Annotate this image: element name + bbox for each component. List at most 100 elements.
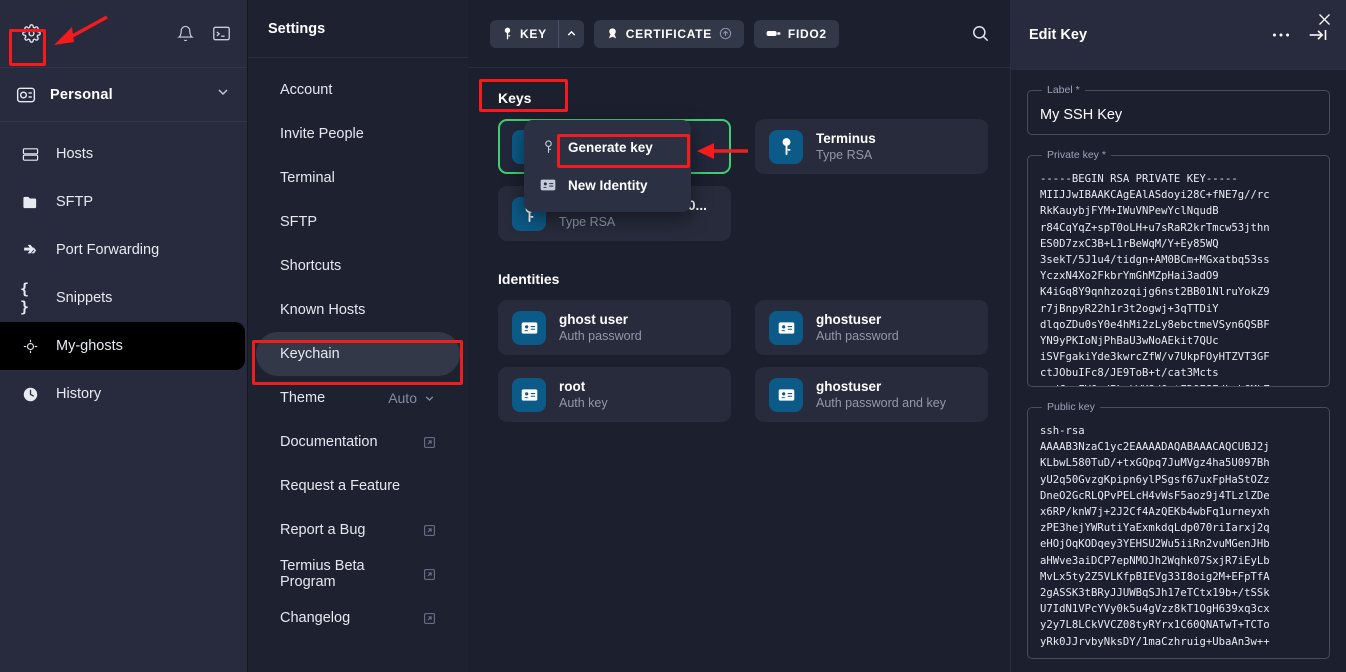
theme-value[interactable]: Auto bbox=[388, 390, 436, 406]
menu-item-new-identity[interactable]: New Identity bbox=[524, 166, 691, 204]
left-nav-top-bar bbox=[0, 0, 247, 68]
ghost-icon bbox=[20, 338, 40, 355]
menu-item-generate-key[interactable]: Generate key bbox=[524, 128, 691, 166]
label-field-legend: Label * bbox=[1042, 84, 1085, 96]
settings-item-theme[interactable]: Theme Auto bbox=[256, 376, 460, 420]
identity-card-title: ghostuser bbox=[816, 312, 899, 327]
label-field[interactable]: Label * My SSH Key bbox=[1027, 84, 1330, 135]
identity-card-subtitle: Auth password and key bbox=[816, 396, 946, 410]
certificate-icon bbox=[606, 27, 619, 40]
sidebar-item-label: SFTP bbox=[56, 194, 93, 210]
keychain-toolbar: KEY CERTIFICATE FIDO2 bbox=[468, 0, 1010, 68]
sidebar-item-sftp[interactable]: SFTP bbox=[2, 178, 245, 226]
key-dropdown-menu: Generate key New Identity bbox=[524, 120, 691, 212]
private-key-legend: Private key * bbox=[1042, 149, 1111, 161]
settings-item-label: Terminal bbox=[280, 170, 335, 186]
sidebar-item-hosts[interactable]: Hosts bbox=[2, 130, 245, 178]
settings-item-shortcuts[interactable]: Shortcuts bbox=[256, 244, 460, 288]
identity-card[interactable]: ghost user Auth password bbox=[498, 300, 731, 355]
public-key-value[interactable]: ssh-rsa AAAAB3NzaC1yc2EAAAADAQABAAACAQCU… bbox=[1038, 423, 1319, 650]
identity-card-subtitle: Auth password bbox=[559, 329, 642, 343]
settings-item-label: Changelog bbox=[280, 610, 350, 626]
settings-item-changelog[interactable]: Changelog bbox=[256, 596, 460, 640]
settings-item-label: Documentation bbox=[280, 434, 378, 450]
sidebar-item-label: Snippets bbox=[56, 290, 112, 306]
identity-card-title: ghostuser bbox=[816, 379, 946, 394]
tab-fido2[interactable]: FIDO2 bbox=[754, 20, 839, 48]
identity-card-icon bbox=[769, 378, 803, 412]
sidebar-item-label: My-ghosts bbox=[56, 338, 123, 354]
settings-panel: Settings Account Invite People Terminal … bbox=[248, 0, 468, 672]
page-title: Edit Key bbox=[1029, 27, 1087, 43]
private-key-value[interactable]: -----BEGIN RSA PRIVATE KEY----- MIIJJwIB… bbox=[1038, 171, 1319, 387]
workspace-selector[interactable]: Personal bbox=[0, 68, 247, 122]
settings-title: Settings bbox=[248, 0, 468, 58]
settings-item-list: Account Invite People Terminal SFTP Shor… bbox=[248, 58, 468, 640]
sidebar-item-label: Hosts bbox=[56, 146, 93, 162]
key-card-subtitle: Type RSA bbox=[559, 215, 707, 229]
gear-icon[interactable] bbox=[16, 19, 46, 49]
chevron-up-icon[interactable] bbox=[558, 20, 584, 48]
private-key-field[interactable]: Private key * -----BEGIN RSA PRIVATE KEY… bbox=[1027, 149, 1330, 387]
terminal-icon[interactable] bbox=[212, 25, 231, 42]
search-icon[interactable] bbox=[971, 24, 990, 43]
settings-item-report-a-bug[interactable]: Report a Bug bbox=[256, 508, 460, 552]
clock-icon bbox=[20, 386, 40, 403]
settings-item-label: Report a Bug bbox=[280, 522, 365, 538]
label-field-value[interactable]: My SSH Key bbox=[1038, 106, 1319, 126]
chevron-down-icon[interactable] bbox=[215, 84, 231, 105]
public-key-field[interactable]: Public key ssh-rsa AAAAB3NzaC1yc2EAAAADA… bbox=[1027, 401, 1330, 659]
identities-section-title: Identities bbox=[498, 271, 988, 287]
settings-item-invite-people[interactable]: Invite People bbox=[256, 112, 460, 156]
chevron-down-icon bbox=[423, 392, 436, 405]
tab-key[interactable]: KEY bbox=[490, 20, 584, 48]
more-options-icon[interactable] bbox=[1272, 32, 1290, 38]
fido2-icon bbox=[766, 28, 781, 39]
settings-item-account[interactable]: Account bbox=[256, 68, 460, 112]
nav-item-list: Hosts SFTP Port Forwarding { } Snippets bbox=[0, 122, 247, 418]
tab-certificate[interactable]: CERTIFICATE bbox=[594, 20, 744, 48]
identity-card-title: root bbox=[559, 379, 608, 394]
app-window: Personal Hosts SFTP bbox=[0, 0, 1346, 672]
identity-card-subtitle: Auth key bbox=[559, 396, 608, 410]
sidebar-item-history[interactable]: History bbox=[2, 370, 245, 418]
external-link-icon bbox=[423, 524, 436, 537]
identity-card-icon bbox=[512, 378, 546, 412]
identity-card[interactable]: ghostuser Auth password bbox=[755, 300, 988, 355]
edit-key-form: Label * My SSH Key Private key * -----BE… bbox=[1011, 70, 1346, 672]
settings-item-terminal[interactable]: Terminal bbox=[256, 156, 460, 200]
menu-item-new-identity-label: New Identity bbox=[568, 178, 648, 193]
folder-icon bbox=[20, 194, 40, 211]
left-nav-top-actions bbox=[177, 25, 231, 42]
settings-item-label: Request a Feature bbox=[280, 478, 400, 494]
left-navigation: Personal Hosts SFTP bbox=[0, 0, 248, 672]
menu-item-generate-key-label: Generate key bbox=[568, 140, 653, 155]
sidebar-item-my-ghosts[interactable]: My-ghosts bbox=[0, 322, 245, 370]
identity-card[interactable]: root Auth key bbox=[498, 367, 731, 422]
settings-item-known-hosts[interactable]: Known Hosts bbox=[256, 288, 460, 332]
settings-item-label: SFTP bbox=[280, 214, 317, 230]
identity-card-title: ghost user bbox=[559, 312, 642, 327]
identity-card[interactable]: ghostuser Auth password and key bbox=[755, 367, 988, 422]
key-card[interactable]: Terminus Type RSA bbox=[755, 119, 988, 174]
external-link-icon bbox=[423, 612, 436, 625]
braces-icon: { } bbox=[20, 280, 40, 316]
close-icon[interactable] bbox=[1317, 12, 1332, 32]
settings-item-keychain[interactable]: Keychain bbox=[256, 332, 460, 376]
settings-item-label: Termius Beta Program bbox=[280, 558, 423, 590]
settings-item-label: Shortcuts bbox=[280, 258, 341, 274]
pro-upgrade-icon bbox=[719, 27, 732, 40]
tab-fido2-label: FIDO2 bbox=[788, 27, 827, 41]
sidebar-item-snippets[interactable]: { } Snippets bbox=[2, 274, 245, 322]
settings-item-sftp[interactable]: SFTP bbox=[256, 200, 460, 244]
tab-key-label: KEY bbox=[520, 27, 547, 41]
settings-item-documentation[interactable]: Documentation bbox=[256, 420, 460, 464]
settings-item-request-a-feature[interactable]: Request a Feature bbox=[256, 464, 460, 508]
key-icon bbox=[502, 27, 513, 40]
settings-item-termius-beta-program[interactable]: Termius Beta Program bbox=[256, 552, 460, 596]
edit-key-panel: Edit Key Label * My SSH Key Private key … bbox=[1010, 0, 1346, 672]
external-link-icon bbox=[423, 436, 436, 449]
key-card-title: Terminus bbox=[816, 131, 876, 146]
sidebar-item-port-forwarding[interactable]: Port Forwarding bbox=[2, 226, 245, 274]
bell-icon[interactable] bbox=[177, 25, 194, 42]
